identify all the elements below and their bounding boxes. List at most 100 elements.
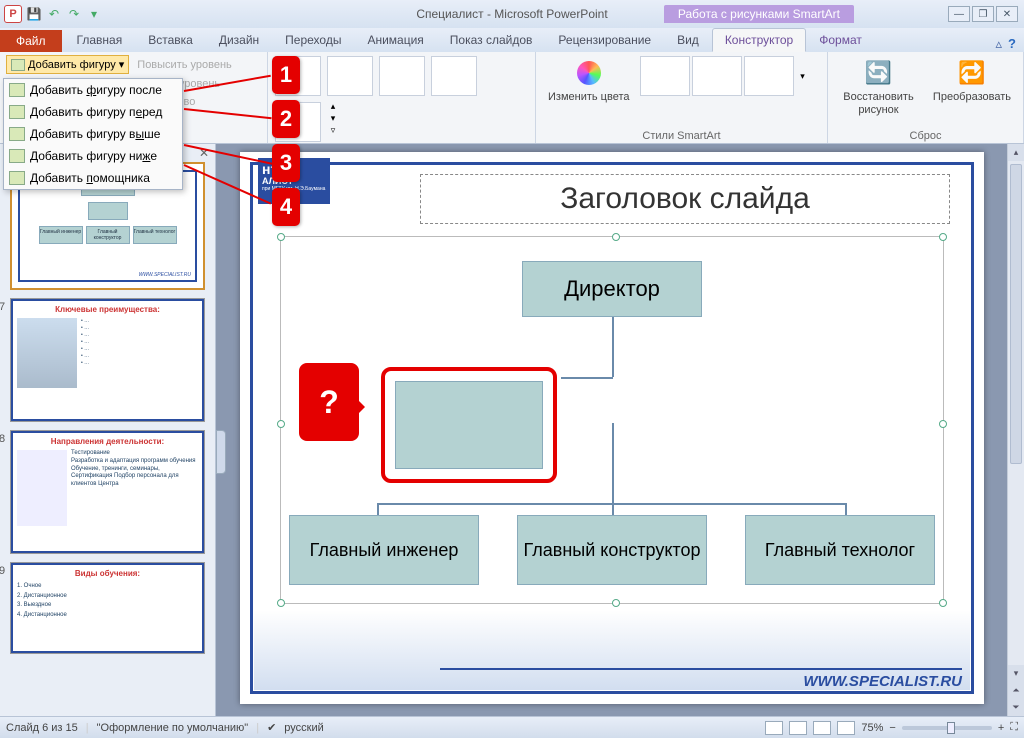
slide-canvas[interactable]: нтр АЛИСТ при МГТУ им. Н.Э.Баумана WWW.S… xyxy=(240,152,984,704)
status-slide-info[interactable]: Слайд 6 из 15 xyxy=(6,722,78,734)
chevron-down-icon: ▾ xyxy=(119,58,125,71)
org-node-director[interactable]: Директор xyxy=(522,261,702,317)
palette-icon xyxy=(577,61,601,85)
org-node-technologist[interactable]: Главный технолог xyxy=(745,515,935,585)
save-icon[interactable]: 💾 xyxy=(26,6,42,22)
tab-insert[interactable]: Вставка xyxy=(135,28,206,52)
tab-transitions[interactable]: Переходы xyxy=(272,28,354,52)
slide-title-placeholder[interactable]: Заголовок слайда xyxy=(420,174,950,224)
reading-view-button[interactable] xyxy=(813,721,831,735)
zoom-slider[interactable] xyxy=(902,726,992,730)
next-slide-icon[interactable]: ⏷ xyxy=(1008,699,1024,716)
org-node-assistant[interactable] xyxy=(395,381,543,469)
change-colors-label: Изменить цвета xyxy=(548,91,629,104)
group-layouts: ▴ ▾ ▿ Макеты xyxy=(268,52,536,143)
group-reset: 🔄 Восстановить рисунок 🔁 Преобразовать С… xyxy=(828,52,1024,143)
thumb9-title: Виды обучения: xyxy=(17,569,198,578)
tab-view[interactable]: Вид xyxy=(664,28,712,52)
prev-slide-icon[interactable]: ⏶ xyxy=(1008,682,1024,699)
minimize-button[interactable]: — xyxy=(948,6,970,22)
footer-divider xyxy=(440,668,962,670)
scroll-down-icon[interactable]: ▾ xyxy=(1008,665,1024,682)
slide-thumbnails-panel: ✕ Директор Главный инженер Главный конст… xyxy=(0,144,216,716)
restore-button[interactable]: 🔄 Восстановить рисунок xyxy=(834,55,923,119)
normal-view-button[interactable] xyxy=(765,721,783,735)
ribbon-minimize-icon[interactable]: ▵ xyxy=(996,36,1003,52)
org-node-constructor[interactable]: Главный конструктор xyxy=(517,515,707,585)
zoom-in-icon[interactable]: + xyxy=(998,722,1004,734)
tab-review[interactable]: Рецензирование xyxy=(545,28,664,52)
slide-edit-area[interactable]: нтр АЛИСТ при МГТУ им. Н.Э.Баумана WWW.S… xyxy=(216,144,1024,716)
change-colors-button[interactable]: Изменить цвета xyxy=(542,55,635,106)
gallery-up-icon[interactable]: ▴ xyxy=(326,101,340,112)
add-shape-icon xyxy=(11,59,25,71)
tab-smartart-format[interactable]: Формат xyxy=(806,28,875,52)
tab-animation[interactable]: Анимация xyxy=(354,28,436,52)
annotation-question: ? xyxy=(299,363,359,441)
close-button[interactable]: ✕ xyxy=(996,6,1018,22)
window-title: Специалист - Microsoft PowerPoint xyxy=(416,7,607,21)
smartart-container[interactable]: Директор Главный инженер Главный констру… xyxy=(280,236,944,604)
tab-design[interactable]: Дизайн xyxy=(206,28,272,52)
sorter-view-button[interactable] xyxy=(789,721,807,735)
layout-thumb[interactable] xyxy=(379,56,425,96)
restore-button[interactable]: ❐ xyxy=(972,6,994,22)
tab-smartart-design[interactable]: Конструктор xyxy=(712,28,806,52)
dropdown-add-above[interactable]: Добавить фигуру выше xyxy=(4,123,182,145)
layout-thumb[interactable] xyxy=(327,56,373,96)
annotation-1: 1 xyxy=(272,56,300,94)
dropdown-add-below[interactable]: Добавить фигуру ниже xyxy=(4,145,182,167)
dropdown-add-before[interactable]: Добавить фигуру перед xyxy=(4,101,182,123)
annotation-3: 3 xyxy=(272,144,300,182)
tab-slideshow[interactable]: Показ слайдов xyxy=(437,28,546,52)
scroll-up-icon[interactable]: ▴ xyxy=(1008,144,1024,161)
add-shape-button[interactable]: Добавить фигуру ▾ xyxy=(6,55,129,74)
redo-icon[interactable]: ↷ xyxy=(66,6,82,22)
layout-thumb[interactable] xyxy=(431,56,477,96)
statusbar: Слайд 6 из 15 | "Оформление по умолчанию… xyxy=(0,716,1024,738)
style-thumb[interactable] xyxy=(640,56,690,96)
promote-button[interactable]: Повысить уровень xyxy=(133,55,236,74)
slideshow-view-button[interactable] xyxy=(837,721,855,735)
spellcheck-icon[interactable]: ✔ xyxy=(267,721,276,734)
convert-button[interactable]: 🔁 Преобразовать xyxy=(927,55,1017,106)
scroll-thumb[interactable] xyxy=(1010,164,1022,464)
group-label-reset: Сброс xyxy=(834,128,1017,142)
zoom-slider-thumb[interactable] xyxy=(947,722,955,734)
add-shape-dropdown: Добавить фигуру после Добавить фигуру пе… xyxy=(3,78,183,190)
vertical-scrollbar[interactable]: ▴ ▾ ⏶ ⏷ xyxy=(1007,144,1024,716)
convert-icon: 🔁 xyxy=(956,57,988,89)
thumbnail-slide-7[interactable]: 7 Ключевые преимущества: • …• …• …• …• …… xyxy=(10,298,205,422)
thumb7-title: Ключевые преимущества: xyxy=(17,305,198,314)
gallery-down-icon[interactable]: ▾ xyxy=(326,113,340,124)
zoom-level[interactable]: 75% xyxy=(861,722,883,734)
ribbon-tabs: Файл Главная Вставка Дизайн Переходы Ани… xyxy=(0,28,1024,52)
dropdown-add-after[interactable]: Добавить фигуру после xyxy=(4,79,182,101)
gallery-more-icon[interactable]: ▿ xyxy=(326,125,340,136)
thumbnail-slide-9[interactable]: 9 Виды обучения: 1. Очное 2. Дистанционн… xyxy=(10,562,205,654)
org-node-assistant-highlight xyxy=(381,367,557,483)
file-tab[interactable]: Файл xyxy=(0,30,62,52)
footer-url: WWW.SPECIALIST.RU xyxy=(803,673,962,690)
org-node-engineer[interactable]: Главный инженер xyxy=(289,515,479,585)
status-language[interactable]: русский xyxy=(284,722,323,734)
zoom-out-icon[interactable]: − xyxy=(889,722,895,734)
help-icon[interactable]: ? xyxy=(1008,36,1016,52)
thumbnail-slide-8[interactable]: 8 Направления деятельности: Тестирование… xyxy=(10,430,205,554)
qat-dropdown-icon[interactable]: ▾ xyxy=(86,6,102,22)
workspace: ✕ Директор Главный инженер Главный конст… xyxy=(0,144,1024,716)
restore-label: Восстановить рисунок xyxy=(840,91,917,117)
annotation-2: 2 xyxy=(272,100,300,138)
style-thumb[interactable] xyxy=(744,56,794,96)
gallery-more-icon[interactable]: ▾ xyxy=(795,71,809,82)
fit-to-window-icon[interactable]: ⛶ xyxy=(1010,721,1018,734)
undo-icon[interactable]: ↶ xyxy=(46,6,62,22)
splitter-handle[interactable] xyxy=(216,430,226,474)
tab-home[interactable]: Главная xyxy=(64,28,136,52)
dropdown-add-assistant[interactable]: Добавить помощника xyxy=(4,167,182,189)
status-theme[interactable]: "Оформление по умолчанию" xyxy=(97,722,249,734)
restore-icon: 🔄 xyxy=(862,57,894,89)
style-thumb[interactable] xyxy=(692,56,742,96)
group-label-styles: Стили SmartArt xyxy=(542,128,821,142)
group-styles: Изменить цвета ▾ Стили SmartArt xyxy=(536,52,828,143)
